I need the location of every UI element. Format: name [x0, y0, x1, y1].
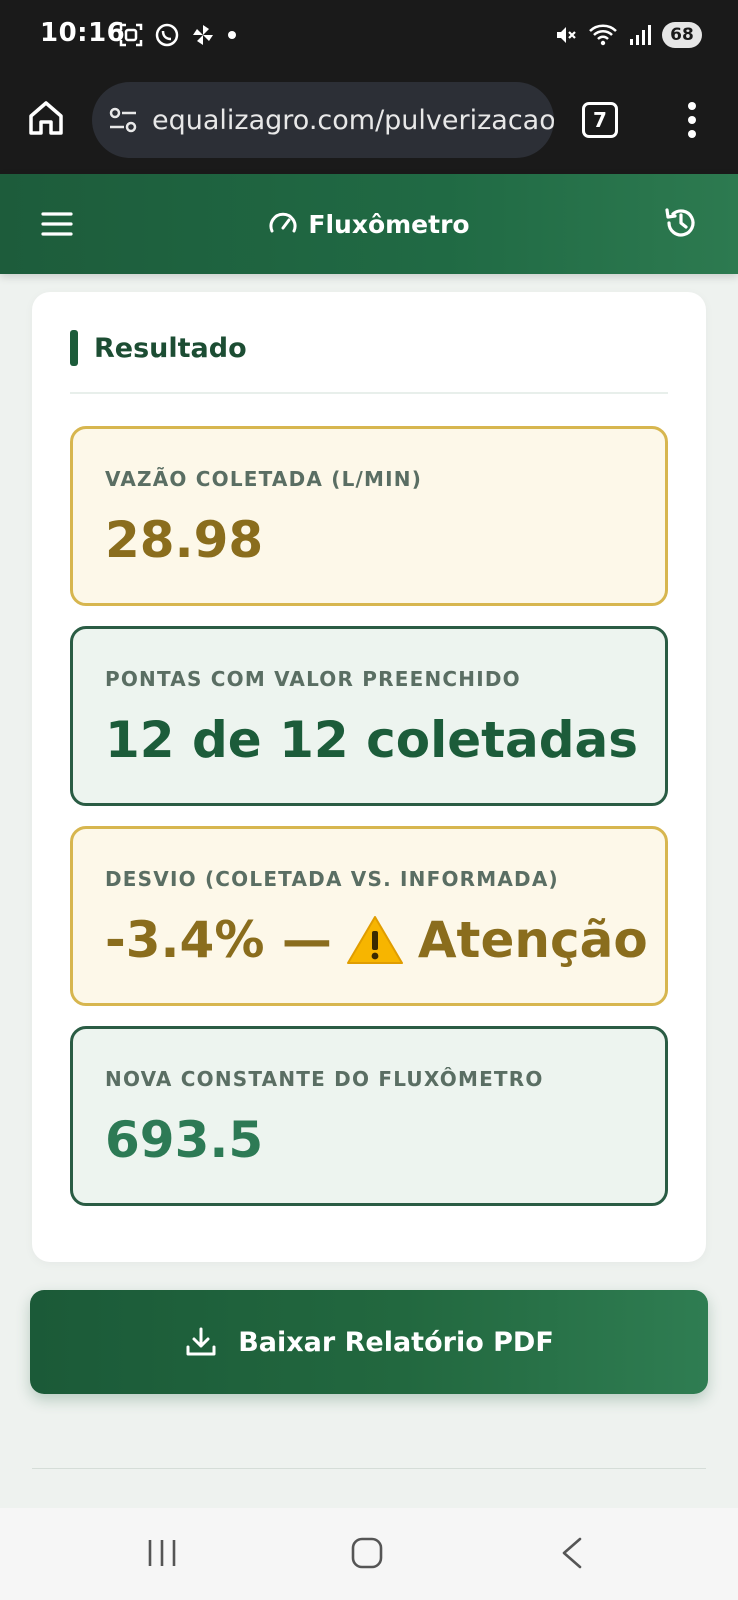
- header-title-group: Fluxômetro: [0, 204, 738, 244]
- tab-count: 7: [593, 108, 607, 132]
- mute-icon: [557, 27, 576, 43]
- site-settings-icon[interactable]: [106, 103, 140, 137]
- status-system-icons: 68: [554, 20, 702, 50]
- notification-dot-icon: [228, 31, 236, 39]
- metric-desvio: DESVIO (COLETADA VS. INFORMADA) -3.4% — …: [70, 826, 668, 1006]
- footer-divider: [32, 1468, 706, 1469]
- download-icon: [186, 1327, 216, 1356]
- status-notification-icons: [118, 20, 238, 50]
- metric-value: 28.98: [105, 511, 264, 569]
- whatsapp-icon: [155, 23, 179, 47]
- back-icon[interactable]: [560, 1536, 584, 1570]
- app-header: Fluxômetro: [0, 174, 738, 274]
- signal-icon: [630, 25, 651, 45]
- metric-vazao-coletada: VAZÃO COLETADA (L/MIN) 28.98: [70, 426, 668, 606]
- metric-label: VAZÃO COLETADA (L/MIN): [105, 467, 423, 491]
- status-bar: 10:16 68: [0, 0, 738, 68]
- pinwheel-icon: [193, 25, 213, 45]
- wifi-icon: [589, 24, 617, 46]
- metric-label: DESVIO (COLETADA VS. INFORMADA): [105, 867, 559, 891]
- status-time: 10:16: [40, 18, 126, 48]
- screenshot-icon: [119, 23, 143, 47]
- browser-toolbar: equalizagro.com/pulverizacao 7: [0, 68, 738, 174]
- history-icon[interactable]: [662, 204, 700, 242]
- download-pdf-button[interactable]: Baixar Relatório PDF: [30, 1290, 708, 1394]
- metric-pontas-preenchidas: PONTAS COM VALOR PREENCHIDO 12 de 12 col…: [70, 626, 668, 806]
- battery-icon: 68: [662, 22, 702, 48]
- recents-icon[interactable]: [146, 1538, 178, 1568]
- metric-value: 693.5: [105, 1111, 264, 1169]
- system-navigation-bar: [0, 1508, 738, 1600]
- address-bar[interactable]: equalizagro.com/pulverizacao: [92, 82, 554, 158]
- battery-level: 68: [670, 25, 694, 45]
- metric-label: PONTAS COM VALOR PREENCHIDO: [105, 667, 521, 691]
- page-title: Fluxômetro: [308, 209, 470, 239]
- nav-home-icon[interactable]: [350, 1536, 384, 1570]
- desvio-status: Atenção: [417, 911, 648, 969]
- heading-divider: [70, 392, 668, 394]
- metric-label: NOVA CONSTANTE DO FLUXÔMETRO: [105, 1067, 544, 1091]
- result-title: Resultado: [94, 332, 247, 364]
- warning-icon: [346, 916, 403, 964]
- home-icon[interactable]: [26, 98, 66, 138]
- metric-value: -3.4% — Atenção: [105, 911, 648, 969]
- more-options-icon[interactable]: [678, 98, 706, 142]
- gauge-icon: [269, 212, 297, 233]
- metric-nova-constante: NOVA CONSTANTE DO FLUXÔMETRO 693.5: [70, 1026, 668, 1206]
- tab-switcher-button[interactable]: 7: [582, 102, 618, 138]
- heading-accent-bar: [70, 330, 78, 366]
- desvio-value: -3.4% —: [105, 911, 332, 969]
- url-text[interactable]: equalizagro.com/pulverizacao: [152, 105, 554, 136]
- result-card: Resultado VAZÃO COLETADA (L/MIN) 28.98 P…: [32, 292, 706, 1262]
- result-heading: Resultado: [70, 330, 247, 366]
- metric-value: 12 de 12 coletadas: [105, 711, 639, 769]
- download-button-label: Baixar Relatório PDF: [238, 1326, 554, 1358]
